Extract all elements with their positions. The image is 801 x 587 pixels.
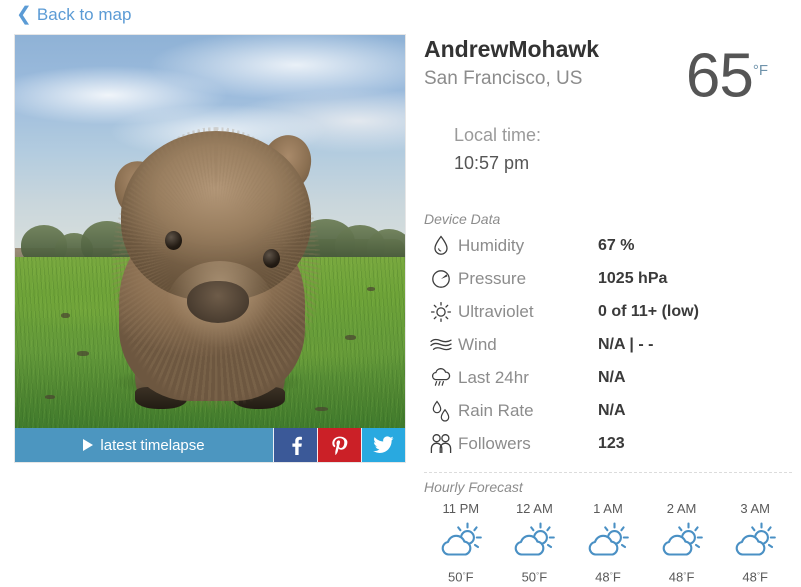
hourly-forecast-list: 11 PM 50◦F 12 AM 50◦F 1 AM 48◦F 2 AM 48◦… [424,499,792,587]
forecast-temp: 48◦F [718,563,792,587]
wind-icon [424,336,458,354]
forecast-temp: 50◦F [424,563,498,587]
rain-cloud-icon [424,367,458,389]
droplet-icon [424,234,458,257]
partly-cloudy-icon [424,519,498,563]
device-data-label: Pressure [458,268,527,288]
sun-icon [424,301,458,323]
current-temperature: 65°F [686,40,768,108]
forecast-temp: 48◦F [571,563,645,587]
forecast-temp-value: 50 [521,569,537,585]
device-data-row: Humidity 67 % [424,229,792,262]
forecast-temp-value: 48 [742,569,757,585]
facebook-share-button[interactable] [273,428,317,462]
device-data-row: Rain Rate N/A [424,394,792,427]
forecast-time: 3 AM [740,501,770,516]
forecast-temp-unit: F [760,569,768,585]
device-data-row: Followers 123 [424,427,792,460]
station-header: AndrewMohawk San Francisco, US Local tim… [424,34,792,205]
partly-cloudy-icon [645,519,719,563]
forecast-temp-unit: F [686,569,695,585]
twitter-share-button[interactable] [361,428,405,462]
partly-cloudy-icon [571,519,645,563]
facebook-icon [292,436,302,455]
partly-cloudy-icon [718,519,792,563]
device-data-value: N/A | - - [598,335,654,353]
partly-cloudy-icon [498,519,572,563]
device-data-title: Device Data [424,211,501,227]
forecast-temp: 48◦F [645,563,719,587]
photo-wombat [15,35,405,430]
forecast-temp-value: 48 [668,569,684,585]
photo-card: latest timelapse [14,34,406,463]
device-data-row: Wind N/A | - - [424,328,792,361]
forecast-temp-value: 50 [447,569,463,585]
device-data-label: Followers [458,433,531,453]
forecast-temp-unit: F [539,569,548,585]
chevron-left-icon: ❮ [16,3,32,25]
play-icon [83,439,94,451]
forecast-hour: 12 AM 50◦F [498,499,572,587]
device-data-label: Ultraviolet [458,301,534,321]
device-data-value: 1025 hPa [598,269,668,287]
forecast-time: 1 AM [593,501,623,516]
device-data-value: 67 % [598,236,635,254]
device-data-label: Humidity [458,235,525,255]
device-data-value: N/A [598,368,626,386]
station-info-panel: AndrewMohawk San Francisco, US Local tim… [424,34,792,587]
device-data-row: Pressure 1025 hPa [424,262,792,295]
forecast-hour: 11 PM 50◦F [424,499,498,587]
forecast-hour: 1 AM 48◦F [571,499,645,587]
device-data-value: 123 [598,434,625,452]
forecast-time: 12 AM [515,501,553,516]
people-icon [424,433,458,455]
device-data-row: Ultraviolet 0 of 11+ (low) [424,295,792,328]
forecast-time: 2 AM [666,501,697,516]
timelapse-bar: latest timelapse [15,428,405,462]
temperature-unit: °F [752,62,768,79]
station-photo[interactable] [15,35,405,430]
device-data-label: Rain Rate [458,400,534,420]
hourly-forecast-title: Hourly Forecast [424,479,523,495]
twitter-icon [373,436,394,453]
forecast-temp-unit: F [465,569,474,585]
latest-timelapse-button[interactable]: latest timelapse [15,428,273,462]
forecast-temp: 50◦F [498,563,572,587]
local-time-value: 10:57 pm [454,153,530,173]
forecast-temp-value: 48 [595,569,610,585]
latest-timelapse-label: latest timelapse [100,436,205,454]
forecast-hour: 3 AM 48◦F [718,499,792,587]
pinterest-icon [332,436,348,455]
forecast-hour: 2 AM 48◦F [645,499,719,587]
section-divider [424,472,792,473]
raindrops-icon [424,400,458,422]
pinterest-share-button[interactable] [317,428,361,462]
back-to-map-link[interactable]: ❮ Back to map [16,3,131,27]
back-to-map-label: Back to map [36,5,132,24]
forecast-temp-unit: F [612,569,621,585]
device-data-row: Last 24hr N/A [424,361,792,394]
device-data-label: Wind [458,334,497,354]
device-data-list: Humidity 67 % Pressure 1025 hPa Ultravio… [424,229,792,460]
device-data-value: N/A [598,401,626,419]
gauge-icon [424,269,458,289]
forecast-time: 11 PM [442,501,480,516]
local-time-label: Local time: [454,125,542,145]
device-data-value: 0 of 11+ (low) [598,302,699,320]
current-temperature-value: 65 [685,41,754,111]
device-data-label: Last 24hr [458,367,529,387]
